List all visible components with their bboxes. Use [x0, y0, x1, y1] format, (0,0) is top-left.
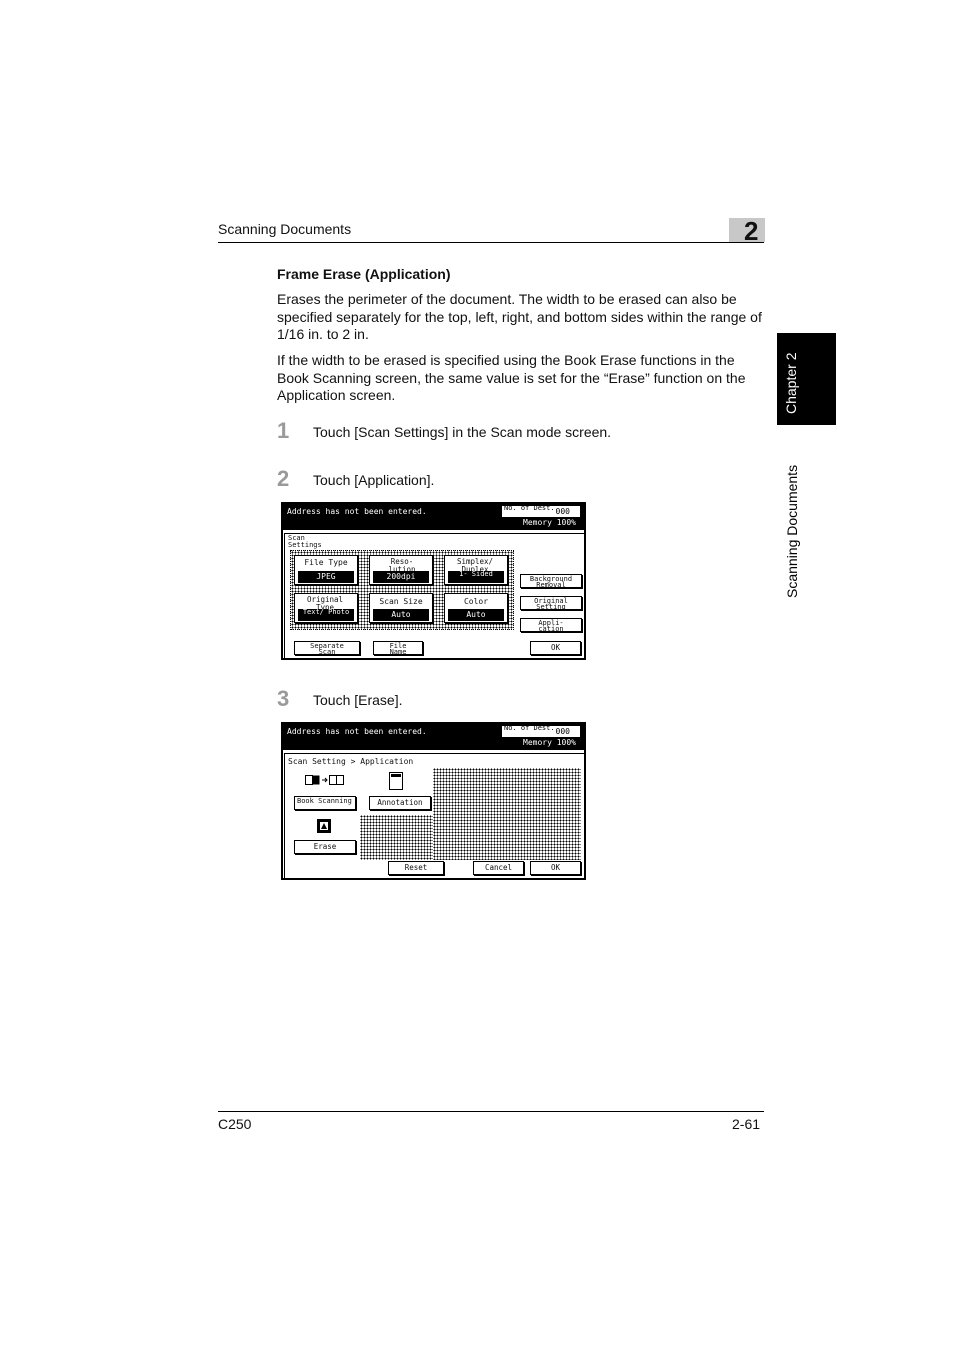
color-value: Auto	[448, 609, 504, 621]
step-text-3: Touch [Erase].	[313, 692, 403, 708]
header-rule	[218, 242, 764, 243]
chapter-number: 2	[744, 216, 759, 246]
step-number-2: 2	[277, 466, 290, 491]
screen-status-bar: Address has not been entered. No. of Des…	[283, 504, 584, 530]
separate-scan-button[interactable]: Separate Scan	[294, 641, 360, 656]
footer-rule	[218, 1111, 764, 1112]
resolution-value: 200dpi	[373, 571, 429, 583]
color-button[interactable]: Color Auto	[444, 593, 508, 623]
background-removal-button[interactable]: Background Removal	[520, 574, 582, 589]
footer-page-number: 2-61	[732, 1116, 761, 1132]
file-name-button[interactable]: File Name	[373, 641, 423, 656]
scan-size-value: Auto	[373, 609, 429, 621]
side-tab-chapter-label: Chapter 2	[783, 352, 799, 414]
screen-title: Scan Settings	[288, 534, 322, 549]
memory-indicator: Memory 100%	[523, 518, 576, 527]
erase-button[interactable]: Erase	[294, 840, 356, 854]
book-scanning-icon	[305, 773, 345, 787]
section-heading: Frame Erase (Application)	[277, 266, 451, 282]
original-type-button[interactable]: Original Type Text/ Photo	[294, 593, 358, 623]
intro-paragraph-1: Erases the perimeter of the document. Th…	[277, 291, 762, 342]
color-label: Color	[463, 597, 489, 606]
file-type-value: JPEG	[298, 571, 354, 583]
status-message: Address has not been entered.	[287, 727, 427, 736]
memory-indicator: Memory 100%	[523, 738, 576, 747]
dest-value: 000	[555, 727, 570, 736]
application-pane: Scan Setting > Application Book Scanning…	[284, 753, 585, 879]
resolution-button[interactable]: Reso- lution 200dpi	[369, 555, 433, 585]
breadcrumb: Scan Setting > Application	[288, 757, 414, 766]
step-text-2: Touch [Application].	[313, 472, 435, 488]
file-type-label: File Type	[304, 558, 348, 567]
step-number-1: 1	[277, 418, 290, 443]
reset-button[interactable]: Reset	[388, 861, 444, 875]
step-number-3: 3	[277, 686, 290, 711]
simplex-duplex-button[interactable]: Simplex/ Duplex 1- Sided	[444, 555, 508, 585]
intro-paragraph-2: If the width to be erased is specified u…	[277, 352, 746, 403]
side-tab-section-label: Scanning Documents	[784, 464, 800, 598]
destination-count: No. of Dest. 000	[502, 504, 580, 517]
dest-label: No. of Dest.	[504, 504, 555, 512]
step-text-1: Touch [Scan Settings] in the Scan mode s…	[313, 424, 612, 440]
destination-count: No. of Dest. 000	[502, 724, 580, 737]
original-setting-button[interactable]: Original Setting	[520, 596, 582, 611]
empty-area-lower	[360, 815, 433, 860]
cancel-button[interactable]: Cancel	[473, 861, 524, 875]
scan-size-button[interactable]: Scan Size Auto	[369, 593, 433, 623]
ok-button[interactable]: OK	[530, 641, 581, 655]
empty-area	[433, 768, 581, 860]
original-type-value: Text/ Photo	[298, 609, 354, 621]
dest-value: 000	[555, 507, 570, 516]
screen-status-bar: Address has not been entered. No. of Des…	[283, 724, 584, 750]
ok-button[interactable]: OK	[530, 861, 581, 875]
scan-size-label: Scan Size	[379, 597, 423, 606]
running-header-title: Scanning Documents	[218, 221, 352, 237]
annotation-icon	[388, 771, 404, 791]
application-screen: Address has not been entered. No. of Des…	[281, 722, 586, 880]
footer-model: C250	[218, 1116, 252, 1132]
simplex-duplex-value: 1- Sided	[448, 571, 504, 583]
frame-erase-icon	[316, 818, 332, 834]
scan-settings-screen: Address has not been entered. No. of Des…	[281, 502, 586, 660]
book-scanning-button[interactable]: Book Scanning	[294, 796, 356, 810]
annotation-button[interactable]: Annotation	[369, 796, 431, 810]
file-type-button[interactable]: File Type JPEG	[294, 555, 358, 585]
application-button[interactable]: Appli- cation	[520, 618, 582, 633]
status-message: Address has not been entered.	[287, 507, 427, 516]
dest-label: No. of Dest.	[504, 724, 555, 732]
settings-pane: Scan Settings File Type JPEG Reso- lutio…	[284, 533, 585, 659]
